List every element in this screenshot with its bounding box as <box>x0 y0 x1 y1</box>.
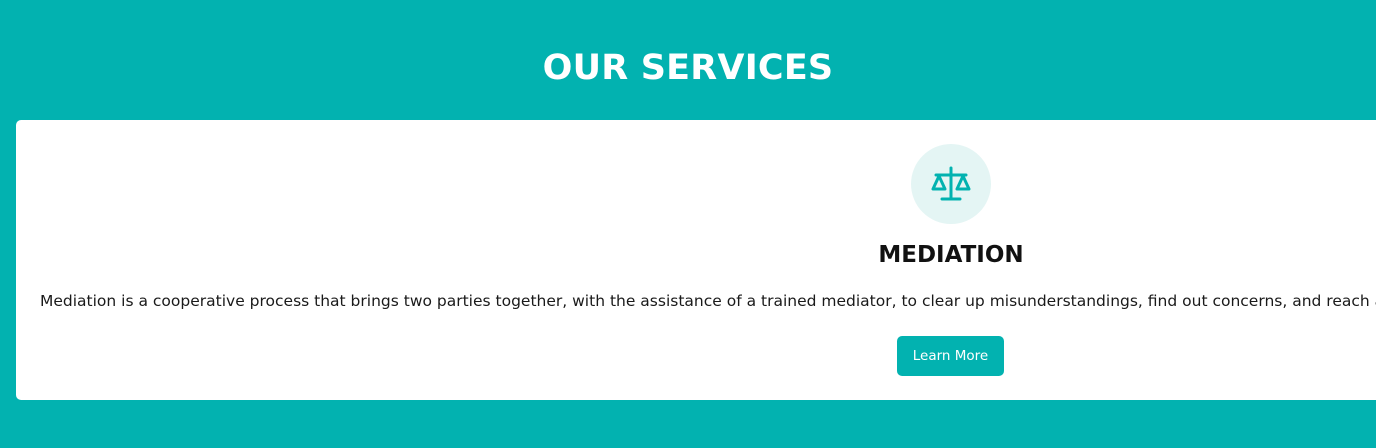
scale-icon <box>931 166 971 201</box>
service-title: MEDIATION <box>878 242 1024 268</box>
service-icon-badge <box>911 144 991 224</box>
section-title: OUR SERVICES <box>542 48 834 88</box>
service-description: Mediation is a cooperative process that … <box>40 292 1376 310</box>
learn-more-button[interactable]: Learn More <box>897 336 1004 376</box>
service-card: MEDIATION Mediation is a cooperative pro… <box>16 120 1376 400</box>
